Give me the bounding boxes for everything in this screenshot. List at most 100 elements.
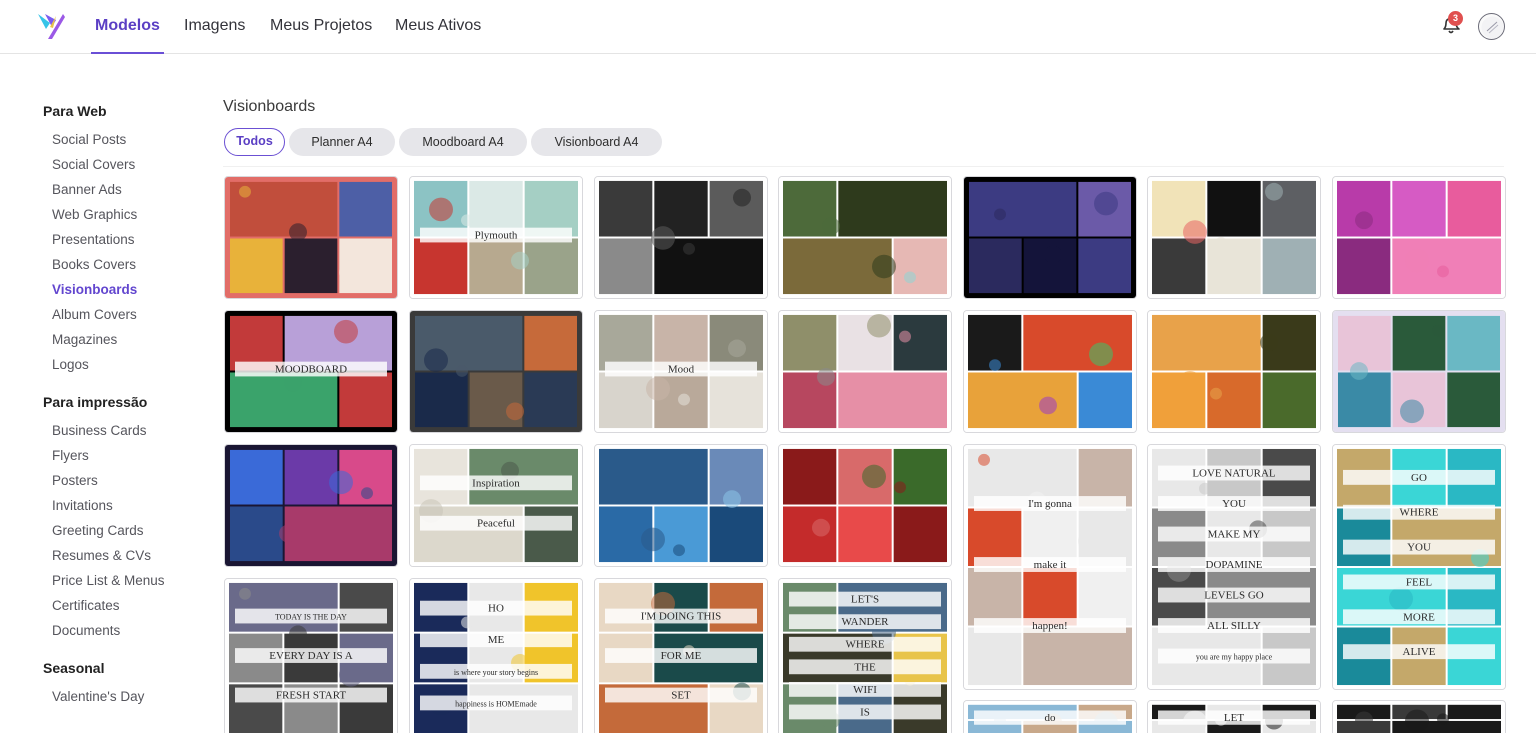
sidebar-item-album-covers[interactable]: Album Covers xyxy=(52,307,137,322)
template-text: THE xyxy=(854,661,876,673)
template-thumbnail xyxy=(964,311,1136,432)
visionboard-template-card[interactable] xyxy=(1332,176,1506,299)
visionboard-template-card[interactable] xyxy=(409,310,583,433)
visionboard-template-card[interactable] xyxy=(778,176,952,299)
visionboard-template-card[interactable]: do xyxy=(963,700,1137,733)
visionboard-template-card[interactable] xyxy=(1147,310,1321,433)
sidebar-item-magazines[interactable]: Magazines xyxy=(52,332,117,347)
collage-tile xyxy=(893,448,947,505)
page-title: Visionboards xyxy=(223,98,316,115)
template-text: happiness is HOMEmade xyxy=(455,699,537,708)
collage-accent xyxy=(733,188,751,207)
collage-tile xyxy=(1023,627,1132,686)
collage-accent xyxy=(728,339,746,358)
visionboard-template-card[interactable]: HO ME is where your story begins happiness … xyxy=(409,578,583,733)
visionboard-template-card[interactable]: Inspiration Peaceful xyxy=(409,444,583,567)
template-grid: Plymouth MOODBOARD Mood Inspiration Peaceful… xyxy=(223,175,1506,733)
filter-chip-visionboard-a4[interactable]: Visionboard A4 xyxy=(531,128,662,156)
sidebar-item-documents[interactable]: Documents xyxy=(52,623,120,638)
visionboard-template-card[interactable]: I'M DOING THIS FOR ME SET xyxy=(594,578,768,733)
template-text: GO xyxy=(1411,472,1427,484)
nav-tab-imagens[interactable]: Imagens xyxy=(184,0,245,54)
visionboard-template-card[interactable] xyxy=(594,444,768,567)
collage-tile xyxy=(524,372,577,428)
sidebar-item-logos[interactable]: Logos xyxy=(52,357,89,372)
nav-tab-meus-projetos[interactable]: Meus Projetos xyxy=(270,0,372,54)
visionboard-template-card[interactable]: I'm gonna make it happen! xyxy=(963,444,1137,690)
template-thumbnail: MOODBOARD xyxy=(225,311,397,432)
template-text: SET xyxy=(671,690,691,702)
template-thumbnail: Plymouth xyxy=(410,177,582,298)
sidebar-item-presentations[interactable]: Presentations xyxy=(52,232,135,247)
visionboard-template-card[interactable] xyxy=(1147,176,1321,299)
visionboard-template-card[interactable]: Plymouth xyxy=(409,176,583,299)
nav-tab-modelos[interactable]: Modelos xyxy=(91,0,164,54)
collage-tile xyxy=(1447,704,1501,720)
visionboard-template-card[interactable]: LET xyxy=(1147,700,1321,733)
visionboard-template-card[interactable] xyxy=(224,176,398,299)
template-thumbnail xyxy=(1333,701,1505,733)
collage-tile xyxy=(1078,238,1131,294)
template-thumbnail xyxy=(964,177,1136,298)
collage-tile xyxy=(599,582,653,632)
visionboard-template-card[interactable]: LOVE NATURAL YOU MAKE MY DOPAMINE LEVELS GO A… xyxy=(1147,444,1321,690)
nav-tab-meus-ativos[interactable]: Meus Ativos xyxy=(395,0,481,54)
collage-tile xyxy=(709,582,763,632)
visionboard-template-card[interactable]: TODAY IS THE DAY EVERY DAY IS A FRESH STAR… xyxy=(224,578,398,733)
template-text: IS xyxy=(860,706,870,718)
sidebar-item-flyers[interactable]: Flyers xyxy=(52,448,89,463)
sidebar-item-certificates[interactable]: Certificates xyxy=(52,598,120,613)
sidebar-item-price-list-menus[interactable]: Price List & Menus xyxy=(52,573,165,588)
visionboard-template-card[interactable] xyxy=(224,444,398,567)
app-logo[interactable] xyxy=(36,11,66,41)
user-avatar[interactable] xyxy=(1478,13,1505,40)
visionboard-template-card[interactable] xyxy=(594,176,768,299)
sidebar-item-web-graphics[interactable]: Web Graphics xyxy=(52,207,137,222)
sidebar-item-posters[interactable]: Posters xyxy=(52,473,98,488)
visionboard-template-card[interactable]: LET'S WANDER WHERE THE WIFI IS xyxy=(778,578,952,733)
visionboard-template-card[interactable]: MOODBOARD xyxy=(224,310,398,433)
visionboard-template-card[interactable] xyxy=(963,310,1137,433)
filter-chip-planner-a4[interactable]: Planner A4 xyxy=(289,128,395,156)
sidebar-item-greeting-cards[interactable]: Greeting Cards xyxy=(52,523,144,538)
sidebar-section-para-web: Para Web xyxy=(43,103,107,119)
sidebar-item-banner-ads[interactable]: Banner Ads xyxy=(52,182,122,197)
collage-accent xyxy=(1215,237,1227,249)
collage-accent xyxy=(1437,713,1449,725)
collage-tile xyxy=(1262,372,1316,429)
sidebar-item-visionboards[interactable]: Visionboards xyxy=(52,282,137,297)
visionboard-template-card[interactable] xyxy=(1332,310,1506,433)
sidebar-item-invitations[interactable]: Invitations xyxy=(52,498,113,513)
template-thumbnail xyxy=(225,177,397,298)
visionboard-template-card[interactable]: Mood xyxy=(594,310,768,433)
visionboard-template-card[interactable] xyxy=(778,310,952,433)
template-thumbnail xyxy=(595,177,767,298)
template-thumbnail xyxy=(779,445,951,566)
sidebar-item-books-covers[interactable]: Books Covers xyxy=(52,257,136,272)
filter-chip-todos[interactable]: Todos xyxy=(224,128,285,156)
visionboard-template-card[interactable] xyxy=(1332,700,1506,733)
sidebar-item-social-posts[interactable]: Social Posts xyxy=(52,132,126,147)
visionboard-template-card[interactable] xyxy=(778,444,952,567)
visionboard-template-card[interactable] xyxy=(963,176,1137,299)
collage-tile xyxy=(1207,238,1261,295)
collage-tile xyxy=(893,238,947,295)
collage-accent xyxy=(1094,191,1118,216)
visionboard-template-card[interactable]: GO WHERE YOU FEEL MORE ALIVE xyxy=(1332,444,1506,690)
template-thumbnail: HO ME is where your story begins happiness … xyxy=(410,579,582,733)
sidebar-item-social-covers[interactable]: Social Covers xyxy=(52,157,135,172)
sidebar-item-valentines-day[interactable]: Valentine's Day xyxy=(52,689,144,704)
collage-tile xyxy=(339,181,392,237)
collage-accent xyxy=(1400,399,1424,424)
collage-accent xyxy=(1044,245,1062,264)
sidebar-item-resumes-cvs[interactable]: Resumes & CVs xyxy=(52,548,151,563)
sidebar-item-business-cards[interactable]: Business Cards xyxy=(52,423,147,438)
template-text: LET xyxy=(1224,712,1245,724)
template-thumbnail xyxy=(1333,311,1505,432)
collage-tile xyxy=(1152,314,1261,371)
template-text: FRESH START xyxy=(276,690,347,702)
collage-tile xyxy=(783,448,837,505)
filter-chip-moodboard-a4[interactable]: Moodboard A4 xyxy=(399,128,527,156)
collage-tile xyxy=(230,238,283,294)
collage-tile xyxy=(838,180,947,237)
